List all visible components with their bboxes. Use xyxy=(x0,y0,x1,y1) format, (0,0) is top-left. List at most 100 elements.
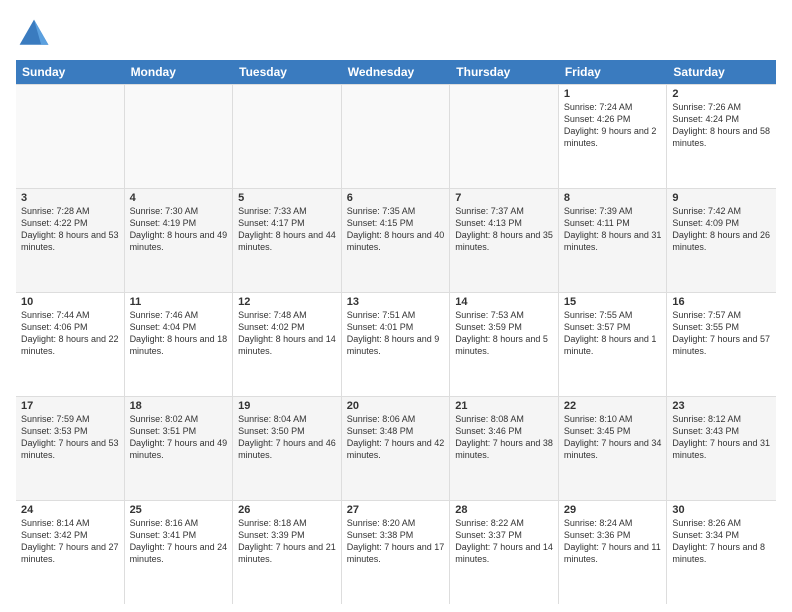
day-info: Sunrise: 7:46 AM Sunset: 4:04 PM Dayligh… xyxy=(130,309,228,358)
day-info: Sunrise: 7:44 AM Sunset: 4:06 PM Dayligh… xyxy=(21,309,119,358)
page: SundayMondayTuesdayWednesdayThursdayFrid… xyxy=(0,0,792,612)
calendar-cell-r0-c1 xyxy=(125,85,234,188)
calendar-row-4: 17Sunrise: 7:59 AM Sunset: 3:53 PM Dayli… xyxy=(16,396,776,500)
calendar-cell-r3-c5: 22Sunrise: 8:10 AM Sunset: 3:45 PM Dayli… xyxy=(559,397,668,500)
day-number: 25 xyxy=(130,504,228,516)
calendar-cell-r0-c3 xyxy=(342,85,451,188)
day-info: Sunrise: 7:37 AM Sunset: 4:13 PM Dayligh… xyxy=(455,205,553,254)
calendar-cell-r3-c4: 21Sunrise: 8:08 AM Sunset: 3:46 PM Dayli… xyxy=(450,397,559,500)
day-number: 9 xyxy=(672,192,771,204)
day-info: Sunrise: 7:39 AM Sunset: 4:11 PM Dayligh… xyxy=(564,205,662,254)
calendar-cell-r4-c5: 29Sunrise: 8:24 AM Sunset: 3:36 PM Dayli… xyxy=(559,501,668,604)
day-number: 12 xyxy=(238,296,336,308)
day-number: 14 xyxy=(455,296,553,308)
day-info: Sunrise: 8:22 AM Sunset: 3:37 PM Dayligh… xyxy=(455,517,553,566)
day-number: 15 xyxy=(564,296,662,308)
day-info: Sunrise: 7:26 AM Sunset: 4:24 PM Dayligh… xyxy=(672,101,771,150)
logo-icon xyxy=(16,16,52,52)
calendar-cell-r2-c1: 11Sunrise: 7:46 AM Sunset: 4:04 PM Dayli… xyxy=(125,293,234,396)
day-info: Sunrise: 8:06 AM Sunset: 3:48 PM Dayligh… xyxy=(347,413,445,462)
day-info: Sunrise: 7:48 AM Sunset: 4:02 PM Dayligh… xyxy=(238,309,336,358)
day-number: 8 xyxy=(564,192,662,204)
weekday-header-friday: Friday xyxy=(559,60,668,84)
day-number: 4 xyxy=(130,192,228,204)
calendar-cell-r1-c5: 8Sunrise: 7:39 AM Sunset: 4:11 PM Daylig… xyxy=(559,189,668,292)
calendar-cell-r2-c0: 10Sunrise: 7:44 AM Sunset: 4:06 PM Dayli… xyxy=(16,293,125,396)
day-number: 20 xyxy=(347,400,445,412)
day-number: 26 xyxy=(238,504,336,516)
calendar-cell-r2-c6: 16Sunrise: 7:57 AM Sunset: 3:55 PM Dayli… xyxy=(667,293,776,396)
calendar-cell-r2-c3: 13Sunrise: 7:51 AM Sunset: 4:01 PM Dayli… xyxy=(342,293,451,396)
day-info: Sunrise: 7:53 AM Sunset: 3:59 PM Dayligh… xyxy=(455,309,553,358)
calendar-cell-r3-c1: 18Sunrise: 8:02 AM Sunset: 3:51 PM Dayli… xyxy=(125,397,234,500)
calendar-cell-r0-c2 xyxy=(233,85,342,188)
day-number: 10 xyxy=(21,296,119,308)
calendar-cell-r4-c1: 25Sunrise: 8:16 AM Sunset: 3:41 PM Dayli… xyxy=(125,501,234,604)
calendar-body: 1Sunrise: 7:24 AM Sunset: 4:26 PM Daylig… xyxy=(16,84,776,604)
day-info: Sunrise: 7:57 AM Sunset: 3:55 PM Dayligh… xyxy=(672,309,771,358)
day-info: Sunrise: 8:24 AM Sunset: 3:36 PM Dayligh… xyxy=(564,517,662,566)
calendar-cell-r0-c5: 1Sunrise: 7:24 AM Sunset: 4:26 PM Daylig… xyxy=(559,85,668,188)
weekday-header-saturday: Saturday xyxy=(667,60,776,84)
day-number: 2 xyxy=(672,88,771,100)
calendar-cell-r0-c4 xyxy=(450,85,559,188)
calendar-cell-r1-c2: 5Sunrise: 7:33 AM Sunset: 4:17 PM Daylig… xyxy=(233,189,342,292)
day-number: 27 xyxy=(347,504,445,516)
calendar-cell-r0-c0 xyxy=(16,85,125,188)
calendar-cell-r1-c4: 7Sunrise: 7:37 AM Sunset: 4:13 PM Daylig… xyxy=(450,189,559,292)
day-info: Sunrise: 7:55 AM Sunset: 3:57 PM Dayligh… xyxy=(564,309,662,358)
day-info: Sunrise: 7:42 AM Sunset: 4:09 PM Dayligh… xyxy=(672,205,771,254)
day-number: 3 xyxy=(21,192,119,204)
calendar-cell-r4-c6: 30Sunrise: 8:26 AM Sunset: 3:34 PM Dayli… xyxy=(667,501,776,604)
day-number: 18 xyxy=(130,400,228,412)
calendar-cell-r4-c2: 26Sunrise: 8:18 AM Sunset: 3:39 PM Dayli… xyxy=(233,501,342,604)
day-number: 24 xyxy=(21,504,119,516)
day-info: Sunrise: 7:33 AM Sunset: 4:17 PM Dayligh… xyxy=(238,205,336,254)
weekday-header-monday: Monday xyxy=(125,60,234,84)
day-info: Sunrise: 7:24 AM Sunset: 4:26 PM Dayligh… xyxy=(564,101,662,150)
calendar-cell-r4-c0: 24Sunrise: 8:14 AM Sunset: 3:42 PM Dayli… xyxy=(16,501,125,604)
day-info: Sunrise: 8:10 AM Sunset: 3:45 PM Dayligh… xyxy=(564,413,662,462)
calendar-cell-r2-c4: 14Sunrise: 7:53 AM Sunset: 3:59 PM Dayli… xyxy=(450,293,559,396)
day-number: 29 xyxy=(564,504,662,516)
calendar-cell-r1-c1: 4Sunrise: 7:30 AM Sunset: 4:19 PM Daylig… xyxy=(125,189,234,292)
day-number: 22 xyxy=(564,400,662,412)
calendar-cell-r3-c0: 17Sunrise: 7:59 AM Sunset: 3:53 PM Dayli… xyxy=(16,397,125,500)
calendar-row-1: 1Sunrise: 7:24 AM Sunset: 4:26 PM Daylig… xyxy=(16,84,776,188)
calendar-cell-r3-c2: 19Sunrise: 8:04 AM Sunset: 3:50 PM Dayli… xyxy=(233,397,342,500)
day-info: Sunrise: 8:14 AM Sunset: 3:42 PM Dayligh… xyxy=(21,517,119,566)
logo xyxy=(16,16,56,52)
day-number: 1 xyxy=(564,88,662,100)
day-info: Sunrise: 8:16 AM Sunset: 3:41 PM Dayligh… xyxy=(130,517,228,566)
calendar-cell-r4-c3: 27Sunrise: 8:20 AM Sunset: 3:38 PM Dayli… xyxy=(342,501,451,604)
calendar-cell-r2-c5: 15Sunrise: 7:55 AM Sunset: 3:57 PM Dayli… xyxy=(559,293,668,396)
day-info: Sunrise: 7:28 AM Sunset: 4:22 PM Dayligh… xyxy=(21,205,119,254)
calendar-cell-r3-c3: 20Sunrise: 8:06 AM Sunset: 3:48 PM Dayli… xyxy=(342,397,451,500)
calendar-row-3: 10Sunrise: 7:44 AM Sunset: 4:06 PM Dayli… xyxy=(16,292,776,396)
day-info: Sunrise: 7:30 AM Sunset: 4:19 PM Dayligh… xyxy=(130,205,228,254)
day-info: Sunrise: 8:12 AM Sunset: 3:43 PM Dayligh… xyxy=(672,413,771,462)
day-number: 16 xyxy=(672,296,771,308)
calendar-cell-r4-c4: 28Sunrise: 8:22 AM Sunset: 3:37 PM Dayli… xyxy=(450,501,559,604)
day-number: 23 xyxy=(672,400,771,412)
day-number: 6 xyxy=(347,192,445,204)
day-number: 21 xyxy=(455,400,553,412)
day-number: 5 xyxy=(238,192,336,204)
calendar-cell-r0-c6: 2Sunrise: 7:26 AM Sunset: 4:24 PM Daylig… xyxy=(667,85,776,188)
day-info: Sunrise: 8:08 AM Sunset: 3:46 PM Dayligh… xyxy=(455,413,553,462)
day-info: Sunrise: 8:20 AM Sunset: 3:38 PM Dayligh… xyxy=(347,517,445,566)
weekday-header-thursday: Thursday xyxy=(450,60,559,84)
day-number: 17 xyxy=(21,400,119,412)
calendar: SundayMondayTuesdayWednesdayThursdayFrid… xyxy=(16,60,776,604)
calendar-cell-r1-c0: 3Sunrise: 7:28 AM Sunset: 4:22 PM Daylig… xyxy=(16,189,125,292)
day-info: Sunrise: 8:26 AM Sunset: 3:34 PM Dayligh… xyxy=(672,517,771,566)
calendar-cell-r1-c3: 6Sunrise: 7:35 AM Sunset: 4:15 PM Daylig… xyxy=(342,189,451,292)
day-info: Sunrise: 7:35 AM Sunset: 4:15 PM Dayligh… xyxy=(347,205,445,254)
day-info: Sunrise: 8:02 AM Sunset: 3:51 PM Dayligh… xyxy=(130,413,228,462)
calendar-row-5: 24Sunrise: 8:14 AM Sunset: 3:42 PM Dayli… xyxy=(16,500,776,604)
day-info: Sunrise: 7:59 AM Sunset: 3:53 PM Dayligh… xyxy=(21,413,119,462)
weekday-header-wednesday: Wednesday xyxy=(342,60,451,84)
calendar-cell-r3-c6: 23Sunrise: 8:12 AM Sunset: 3:43 PM Dayli… xyxy=(667,397,776,500)
weekday-header-tuesday: Tuesday xyxy=(233,60,342,84)
calendar-row-2: 3Sunrise: 7:28 AM Sunset: 4:22 PM Daylig… xyxy=(16,188,776,292)
